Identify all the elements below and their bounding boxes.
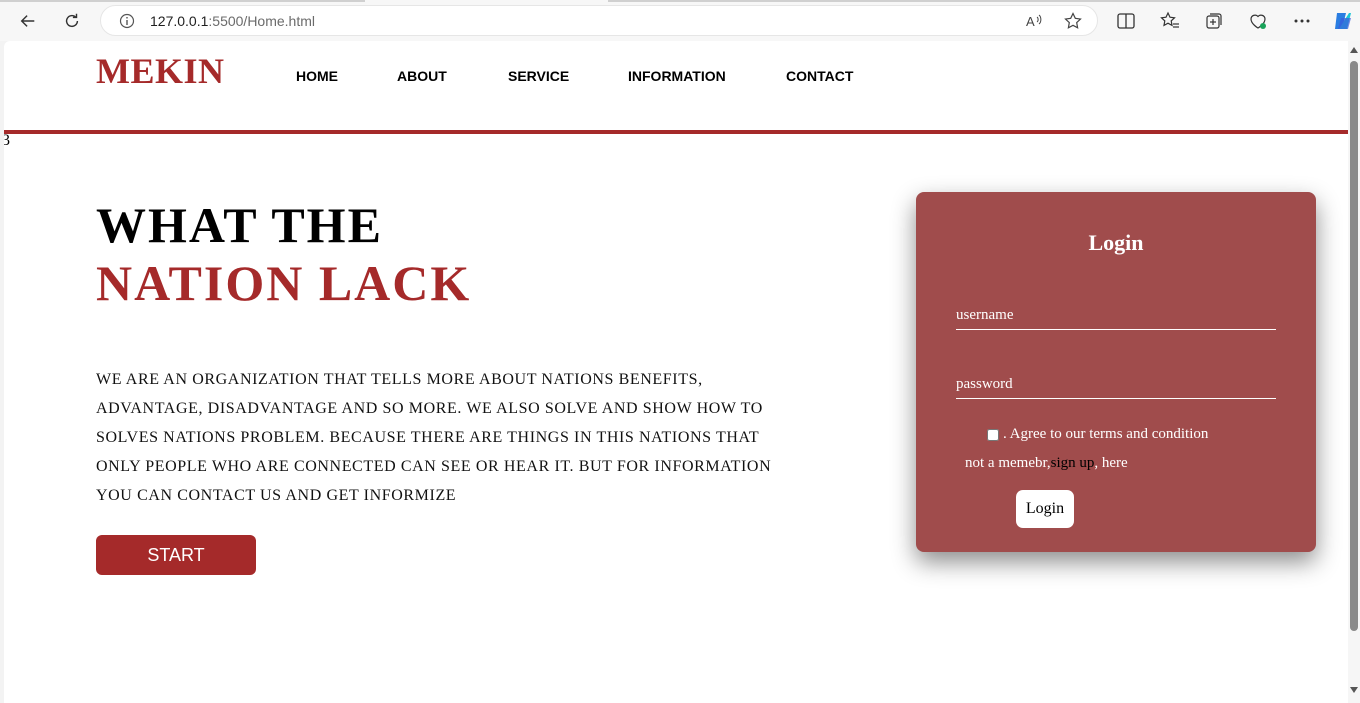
hero-paragraph: WE ARE AN ORGANIZATION THAT TELLS MORE A… [96,371,772,504]
site-logo[interactable]: MEKIN [96,50,225,92]
url-text[interactable]: 127.0.0.1:5500/Home.html [150,13,315,29]
signup-prefix: not a memebr, [965,455,1051,471]
nav-home[interactable]: HOME [296,68,338,84]
refresh-icon[interactable] [59,8,85,34]
agree-terms[interactable]: . Agree to our terms and condition [987,426,1208,443]
page-viewport: MEKIN HOME ABOUT SERVICE INFORMATION CON… [4,41,1348,703]
copilot-icon[interactable] [1332,10,1354,32]
site-info-icon[interactable] [119,13,135,29]
start-button[interactable]: START [96,535,256,575]
login-card: Login . Agree to our terms and condition… [916,192,1316,552]
back-arrow-icon[interactable] [15,8,41,34]
split-screen-icon[interactable] [1116,11,1136,31]
scroll-thumb[interactable] [1350,61,1358,631]
nav-service[interactable]: SERVICE [508,68,569,84]
browser-essentials-icon[interactable] [1248,11,1268,31]
password-field-wrap [956,371,1276,399]
page-scrollbar[interactable] [1348,41,1360,703]
scroll-up-arrow-icon[interactable] [1350,47,1358,53]
password-input[interactable] [956,371,1276,398]
favorites-icon[interactable] [1160,11,1180,31]
username-input[interactable] [956,302,1276,329]
signup-link[interactable]: sign up [1051,455,1095,471]
stray-text: 3 [4,132,10,149]
favorite-star-icon[interactable] [1064,12,1082,30]
header-divider [4,130,1348,134]
login-title: Login [1088,230,1144,255]
hero-title: WHAT THE NATION LACK [96,196,471,312]
agree-checkbox[interactable] [987,428,999,441]
signup-suffix: , here [1094,455,1128,471]
hero-title-line1: WHAT THE [96,197,383,253]
hero-title-line2: NATION LACK [96,255,472,311]
read-aloud-icon[interactable]: A [1025,12,1043,30]
more-options-icon[interactable] [1292,11,1312,31]
url-host: 127.0.0.1 [150,13,209,29]
login-button[interactable]: Login [1016,490,1074,528]
tab-strip-edge [608,0,1360,2]
url-path: :5500/Home.html [208,13,315,29]
scroll-down-arrow-icon[interactable] [1350,687,1358,693]
svg-text:A: A [1026,14,1035,29]
browser-toolbar: 127.0.0.1:5500/Home.html A [0,0,1360,41]
collections-icon[interactable] [1204,11,1224,31]
nav-about[interactable]: ABOUT [397,68,447,84]
signup-prompt: not a memebr,sign up, here [965,455,1128,472]
address-bar[interactable]: 127.0.0.1:5500/Home.html A [100,5,1098,36]
nav-information[interactable]: INFORMATION [628,68,726,84]
username-field-wrap [956,302,1276,330]
tab-strip-edge [0,0,365,2]
agree-label: . Agree to our terms and condition [1003,426,1209,442]
nav-contact[interactable]: CONTACT [786,68,853,84]
